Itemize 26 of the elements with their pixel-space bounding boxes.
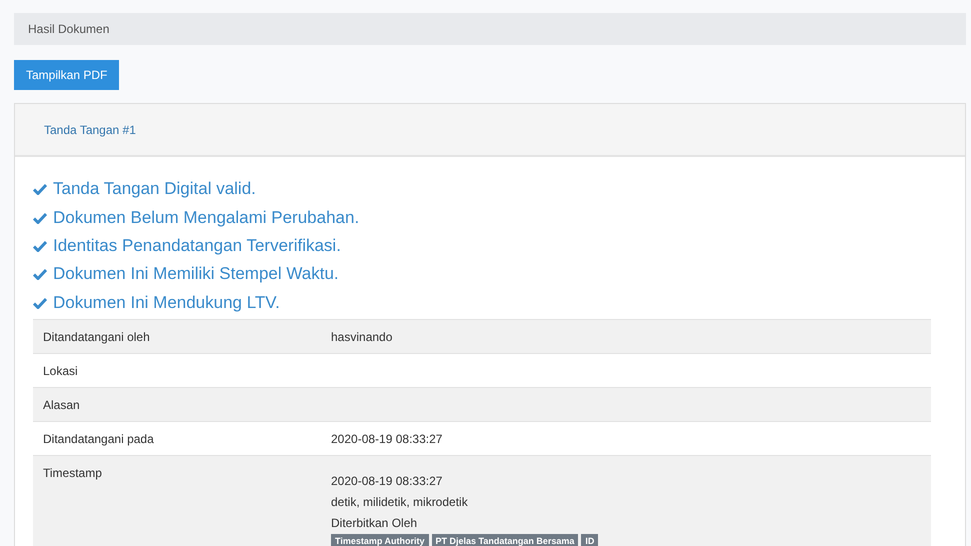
breadcrumb-item: Hasil Dokumen xyxy=(28,22,110,36)
row-value: hasvinando xyxy=(331,330,394,344)
check-icon xyxy=(33,296,47,309)
row-label: Timestamp xyxy=(42,464,103,480)
row-label: Ditandatangani oleh xyxy=(42,328,151,344)
check-message: Dokumen Ini Mendukung LTV. xyxy=(53,292,280,313)
check-message: Identitas Penandatangan Terverifikasi. xyxy=(53,236,341,256)
check-message: Dokumen Ini Memiliki Stempel Waktu. xyxy=(53,264,339,284)
row-label: Ditandatangani pada xyxy=(42,430,155,446)
row-label: Lokasi xyxy=(42,362,79,378)
row-value: detik, milidetik, mikrodetik xyxy=(331,494,469,509)
check-icon xyxy=(33,183,47,196)
check-icon xyxy=(33,212,47,224)
check-icon xyxy=(33,268,47,280)
check-message: Dokumen Belum Mengalami Perubahan. xyxy=(53,208,360,228)
check-icon xyxy=(33,240,47,252)
row-label: Alasan xyxy=(42,396,81,412)
check-message: Tanda Tangan Digital valid. xyxy=(53,179,256,200)
row-value: Diterbitkan Oleh xyxy=(331,516,418,530)
panel-title: Tanda Tangan #1 xyxy=(44,122,136,136)
row-value: 2020-08-19 08:33:27 xyxy=(331,432,444,446)
show-pdf-button[interactable]: Tampilkan PDF xyxy=(14,60,120,90)
issuer-tag: Timestamp Authority xyxy=(331,534,429,546)
row-value: 2020-08-19 08:33:27 xyxy=(331,474,444,488)
issuer-tag: PT Djelas Tandatangan Bersama xyxy=(432,534,578,546)
issuer-tag: ID xyxy=(581,534,598,546)
